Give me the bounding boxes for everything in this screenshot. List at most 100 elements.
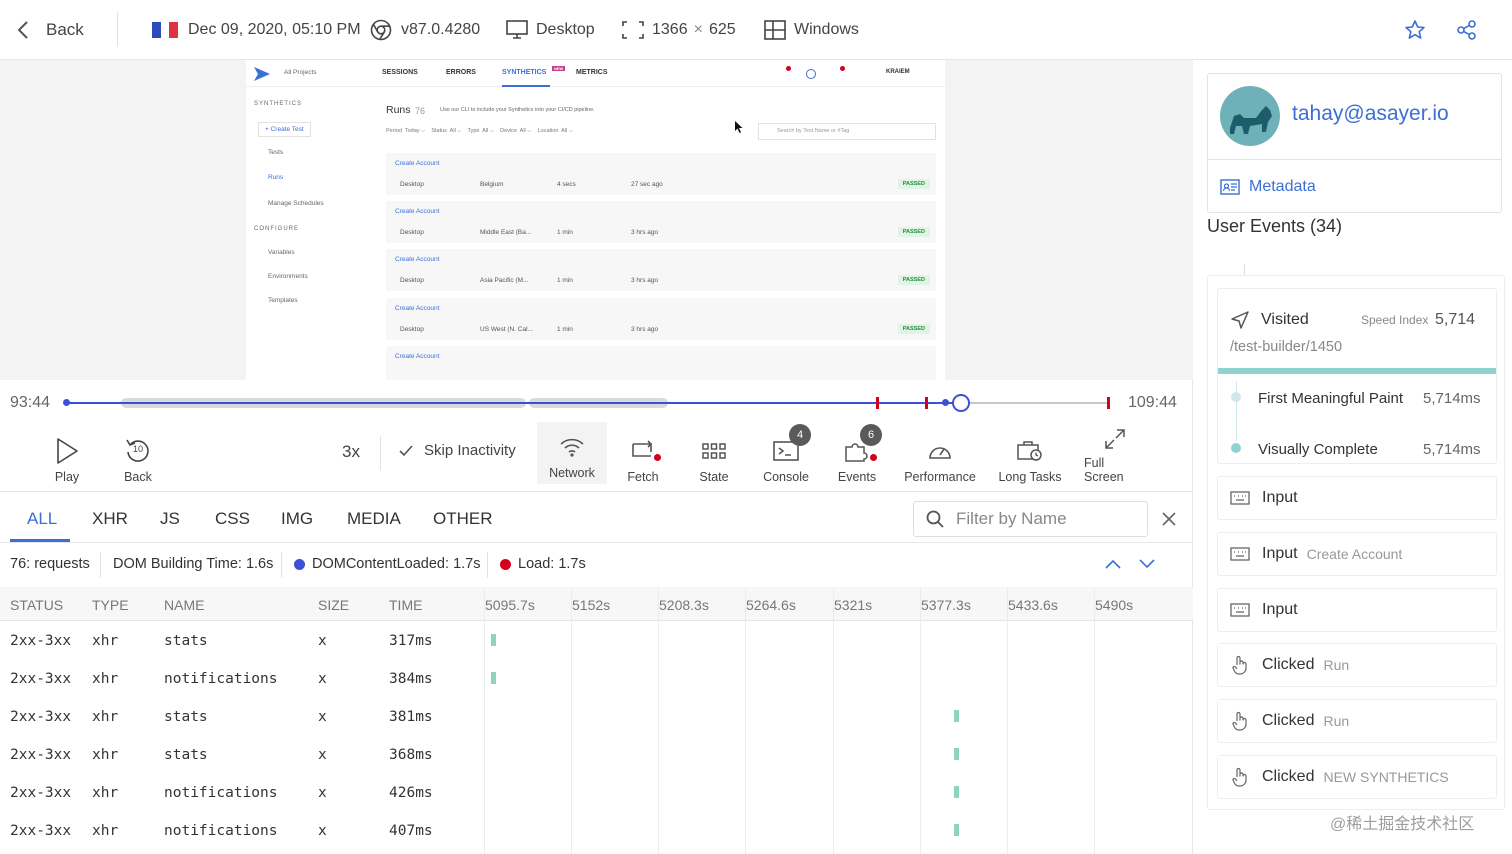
performance-label: Performance [904,470,976,484]
table-row[interactable]: 2xx-3xx xhr notifications x 426ms [0,773,1193,811]
requests-label: : requests [26,556,90,572]
performance-button[interactable]: Performance [902,426,978,484]
resolution-height: 625 [708,21,736,38]
play-button[interactable]: Play [46,426,88,484]
click-event[interactable]: Clicked NEW SYNTHETICS [1217,755,1497,799]
gauge-icon [927,436,953,466]
cell-status: 2xx-3xx [10,671,72,687]
briefcase-clock-icon [1017,436,1043,466]
user-events-list: Visited Speed Index 5,714 /test-builder/… [1207,275,1505,810]
filter-placeholder: Filter by Name [956,509,1067,528]
console-button[interactable]: 4 Console [762,424,811,484]
chevron-down-icon[interactable] [1139,559,1155,569]
run-location: US West (N. Cal... [480,326,533,333]
click-event[interactable]: Clicked Run [1217,643,1497,687]
session-date: Dec 09, 2020, 05:10 PM [152,0,361,60]
waterfall-bar [954,786,959,798]
fullscreen-frame-icon [622,21,644,39]
visited-event[interactable]: Visited Speed Index 5,714 /test-builder/… [1217,288,1497,464]
session-replay-viewport[interactable]: All Projects SESSIONS ERRORS SYNTHETICS … [0,60,1193,380]
back-label: Back [46,20,84,39]
col-status[interactable]: STATUS [10,597,63,613]
run-card: Create Account Desktop Asia Pacific (M..… [386,249,936,291]
user-email[interactable]: tahay@asayer.io [1292,102,1449,126]
dcl-label: DOMContentLoaded: [312,556,450,572]
back-button[interactable]: Back [16,0,84,60]
tab-media[interactable]: MEDIA [347,509,401,529]
playback-speed[interactable]: 3x [342,442,360,462]
mouse-cursor-icon [735,121,743,133]
network-table-header: STATUS TYPE NAME SIZE TIME 5095.7s 5152s… [0,587,1193,621]
error-marker[interactable] [1107,397,1110,409]
visited-label: Visited [1261,311,1309,328]
cell-size: x [318,633,327,649]
speed-index-value: 5,714 [1435,311,1476,328]
long-tasks-button[interactable]: Long Tasks [997,426,1063,484]
col-time[interactable]: TIME [389,597,422,613]
event-label: Input [1262,545,1298,562]
filter-by-name-input[interactable]: Filter by Name [913,501,1148,537]
nav-errors: ERRORS [446,69,476,76]
metadata-button[interactable]: Metadata [1208,159,1501,213]
tab-js[interactable]: JS [160,509,180,529]
dcl-dot [294,558,305,570]
skip-inactivity-toggle[interactable]: Skip Inactivity [398,442,516,459]
new-badge: NEW [552,66,566,71]
col-size[interactable]: SIZE [318,597,349,613]
click-event[interactable]: Clicked Run [1217,699,1497,743]
error-marker[interactable] [925,397,928,409]
state-button[interactable]: State [693,426,735,484]
dom-building-value: 1.6s [245,556,274,572]
waterfall-tick: 5152s [572,597,611,613]
cell-size: x [318,785,327,801]
tab-css[interactable]: CSS [215,509,250,529]
event-detail: NEW SYNTHETICS [1323,769,1449,785]
full-screen-label: Full Screen [1084,456,1124,484]
console-label: Console [763,470,809,484]
input-event[interactable]: Input Create Account [1217,532,1497,576]
share-icon [1456,19,1478,41]
table-row[interactable]: 2xx-3xx xhr stats x 368ms [0,735,1193,773]
rewind-button[interactable]: 10 Back [117,426,159,484]
waterfall-tick: 5377.3s [921,597,971,613]
load-value: 1.7s [558,556,586,572]
favorite-button[interactable] [1404,0,1426,60]
table-row[interactable]: 2xx-3xx xhr notifications x 407ms [0,811,1193,849]
tab-img[interactable]: IMG [281,509,313,529]
speed-index-bar-track [1218,368,1496,374]
full-screen-button[interactable]: Full Screen [1084,426,1146,484]
resolution-separator: × [693,21,703,38]
id-card-icon [1220,178,1240,195]
fetch-button[interactable]: Fetch [622,426,664,484]
table-row[interactable]: 2xx-3xx xhr stats x 317ms [0,621,1193,659]
run-ago: 3 hrs ago [631,326,659,333]
tab-other[interactable]: OTHER [433,509,493,529]
col-type[interactable]: TYPE [92,597,129,613]
table-row[interactable]: 2xx-3xx xhr stats x 381ms [0,697,1193,735]
error-marker[interactable] [876,397,879,409]
input-event[interactable]: Input [1217,476,1497,520]
event-label: Input [1262,601,1298,618]
table-row[interactable]: 2xx-3xx xhr notifications x 384ms [0,659,1193,697]
cell-time: 368ms [389,747,433,763]
network-tab-button[interactable]: Network [537,422,607,484]
events-button[interactable]: 6 Events [835,424,882,484]
tab-all[interactable]: ALL [27,509,57,529]
events-count-badge: 6 [860,424,882,446]
pointer-hand-icon [1232,655,1247,675]
os-text: Windows [794,21,859,38]
fmp-value: 5,714ms [1423,390,1481,407]
share-button[interactable] [1456,0,1478,60]
fmp-label: First Meaningful Paint [1258,390,1404,407]
chevron-up-icon[interactable] [1105,559,1121,569]
col-name[interactable]: NAME [164,597,204,613]
events-error-dot [870,454,877,461]
close-icon[interactable] [1162,512,1176,526]
load-label: Load: [518,556,555,572]
waterfall-tick: 5433.6s [1008,597,1058,613]
tab-xhr[interactable]: XHR [92,509,128,529]
run-device: Desktop [400,277,424,284]
input-event[interactable]: Input [1217,588,1497,632]
timeline-scrubber-handle[interactable] [952,394,970,412]
waterfall-bar [954,748,959,760]
